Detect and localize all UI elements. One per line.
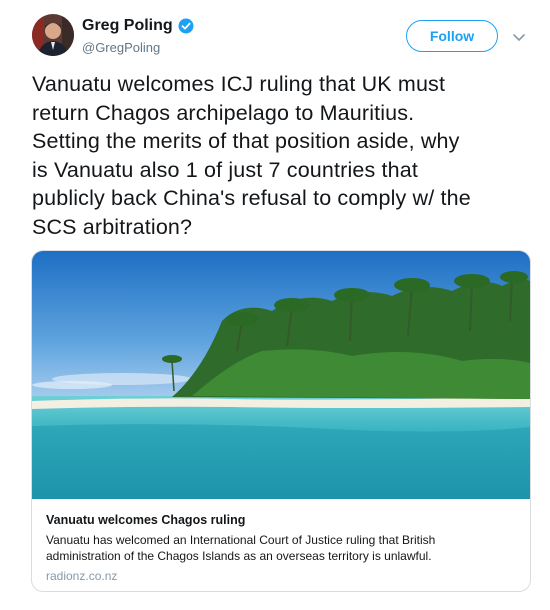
author-name[interactable]: Greg Poling: [82, 17, 173, 35]
card-description-line: administration of the Chagos Islands as …: [46, 549, 432, 563]
tweet-line: return Chagos archipelago to Mauritius.: [32, 100, 415, 125]
tweet-line: Vanuatu welcomes ICJ ruling that UK must: [32, 72, 446, 96]
card-description-line: Vanuatu has welcomed an International Co…: [46, 533, 436, 547]
tweet-text: Vanuatu welcomes ICJ ruling that UK must…: [32, 70, 532, 241]
card-title[interactable]: Vanuatu welcomes Chagos ruling: [46, 513, 245, 527]
avatar[interactable]: [32, 14, 74, 56]
tweet-line: publicly back China's refusal to comply …: [32, 186, 471, 210]
card-description: Vanuatu has welcomed an International Co…: [46, 532, 516, 564]
verified-badge-icon: [178, 18, 194, 34]
follow-button[interactable]: Follow: [406, 20, 498, 52]
chevron-down-icon[interactable]: [512, 30, 526, 42]
link-card[interactable]: Vanuatu welcomes Chagos ruling Vanuatu h…: [31, 250, 531, 592]
card-image[interactable]: [32, 251, 530, 499]
author-handle[interactable]: @GregPoling: [82, 40, 160, 55]
tweet-line: is Vanuatu also 1 of just 7 countries th…: [32, 157, 418, 182]
card-domain[interactable]: radionz.co.nz: [46, 569, 117, 583]
author-name-row[interactable]: Greg Poling: [82, 17, 194, 35]
tweet-line: SCS arbitration?: [32, 214, 193, 239]
tweet-line: Setting the merits of that position asid…: [32, 129, 460, 153]
